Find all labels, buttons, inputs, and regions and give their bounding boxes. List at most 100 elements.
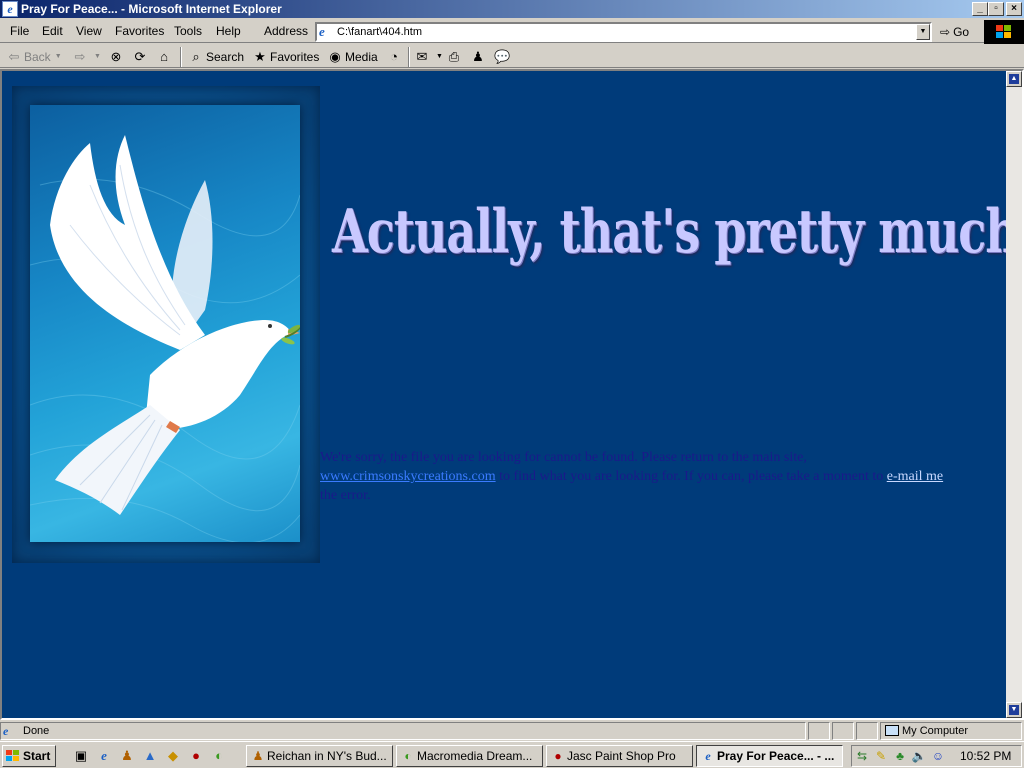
- title-bar[interactable]: e Pray For Peace... - Microsoft Internet…: [0, 0, 1024, 18]
- quicklaunch-dreamweaver-icon[interactable]: ◐: [210, 747, 228, 765]
- discuss-icon: 💬: [494, 49, 511, 64]
- stop-button[interactable]: ⊗: [108, 48, 126, 66]
- dove-picture: [29, 105, 303, 544]
- task-dreamweaver[interactable]: ◐ Macromedia Dream...: [396, 745, 543, 767]
- quicklaunch-tool-icon[interactable]: ◆: [164, 747, 182, 765]
- page-heading: Actually, that's pretty much it.: [332, 196, 1024, 267]
- task-aim[interactable]: ♟ Reichan in NY's Bud...: [246, 745, 393, 767]
- aim-icon: ♟: [252, 749, 264, 763]
- mail-dropdown-icon[interactable]: ▼: [436, 49, 443, 65]
- address-dropdown-icon[interactable]: ▼: [916, 24, 930, 40]
- back-arrow-icon: ⇦: [8, 49, 20, 64]
- media-button[interactable]: ◉ Media: [327, 48, 377, 66]
- quicklaunch-photo-icon[interactable]: ▲: [141, 747, 159, 765]
- show-desktop-icon[interactable]: ▣: [72, 747, 90, 765]
- page-viewport[interactable]: Actually, that's pretty much it. We're s…: [0, 69, 1024, 720]
- stop-icon: ⊗: [110, 49, 122, 64]
- minimize-button[interactable]: _: [972, 2, 988, 16]
- dove-image: [12, 86, 320, 563]
- home-icon: ⌂: [160, 49, 168, 64]
- error-message: We're sorry, the file you are looking fo…: [320, 450, 944, 503]
- vertical-scrollbar[interactable]: ▲ ▼: [1006, 71, 1022, 718]
- page-status-icon: e: [3, 724, 9, 738]
- print-button[interactable]: ⎙: [446, 48, 464, 66]
- dove-illustration: [29, 135, 303, 544]
- status-cell: [808, 722, 830, 740]
- media-icon: ◉: [329, 49, 341, 64]
- history-icon: ◔: [390, 49, 398, 64]
- start-button[interactable]: Start: [2, 745, 56, 767]
- menu-edit[interactable]: Edit: [42, 24, 63, 38]
- volume-icon[interactable]: 🔈: [911, 748, 927, 764]
- page-icon: e: [319, 24, 325, 39]
- status-cell: [832, 722, 854, 740]
- quicklaunch-aim-icon[interactable]: ♟: [118, 747, 136, 765]
- my-computer-icon: [885, 725, 899, 736]
- status-text: Done: [23, 725, 50, 737]
- menu-view[interactable]: View: [76, 24, 102, 38]
- status-bar: e Done My Computer: [0, 721, 1024, 741]
- forward-button[interactable]: ⇨ ▼: [72, 48, 101, 66]
- forward-dropdown-icon[interactable]: ▼: [94, 49, 101, 65]
- messenger-button[interactable]: ♟: [470, 48, 488, 66]
- back-button[interactable]: ⇦ Back ▼: [6, 48, 62, 66]
- quicklaunch-paint-icon[interactable]: ●: [187, 747, 205, 765]
- favorites-button[interactable]: ★ Favorites: [252, 48, 319, 66]
- go-button[interactable]: ⇨ Go: [940, 24, 969, 42]
- tray-network-icon[interactable]: ⇆: [854, 748, 870, 764]
- toolbar: ⇦ Back ▼ ⇨ ▼ ⊗ ⟳ ⌂ ⌕ Search ★ Favorites ◉ Medi…: [0, 44, 1024, 68]
- taskbar: Start ▣ e ♟ ▲ ◆ ● ◐ ♟ Reichan in NY's Bu…: [0, 741, 1024, 768]
- mail-icon: ✉: [416, 49, 428, 64]
- scroll-up-icon[interactable]: ▲: [1006, 71, 1022, 87]
- toolbar-separator: [180, 47, 182, 67]
- ie-icon[interactable]: e: [2, 1, 18, 17]
- system-tray: ⇆ ✎ ♣ 🔈 ☺ 10:52 PM: [851, 745, 1022, 767]
- zone-text: My Computer: [902, 725, 969, 737]
- go-arrow-icon: ⇨: [940, 25, 951, 39]
- refresh-icon: ⟳: [134, 49, 146, 64]
- address-bar[interactable]: e ▼: [315, 22, 932, 42]
- close-button[interactable]: ×: [1006, 2, 1022, 16]
- quicklaunch-ie-icon[interactable]: e: [95, 747, 113, 765]
- task-paintshop[interactable]: ● Jasc Paint Shop Pro: [546, 745, 693, 767]
- forward-arrow-icon: ⇨: [74, 49, 86, 64]
- menu-file[interactable]: File: [10, 24, 29, 38]
- toolbar-separator: [408, 47, 410, 67]
- window-controls: _ ▫ ×: [972, 2, 1022, 16]
- dreamweaver-icon: ◐: [404, 749, 412, 763]
- tray-app-icon[interactable]: ♣: [892, 748, 908, 764]
- menu-tools[interactable]: Tools: [174, 24, 202, 38]
- ie-icon: e: [705, 749, 711, 763]
- address-input[interactable]: [337, 25, 917, 39]
- status-cell: [856, 722, 878, 740]
- search-icon: ⌕: [192, 49, 200, 64]
- address-label: Address: [264, 24, 309, 38]
- back-dropdown-icon[interactable]: ▼: [55, 49, 62, 65]
- status-text-panel: e Done: [0, 722, 806, 740]
- menu-help[interactable]: Help: [216, 24, 241, 38]
- security-zone: My Computer: [880, 722, 1022, 740]
- maximize-button[interactable]: ▫: [988, 2, 1004, 16]
- history-button[interactable]: ◔: [386, 48, 404, 66]
- menu-favorites[interactable]: Favorites: [115, 24, 164, 38]
- favorites-icon: ★: [254, 49, 266, 64]
- clock: 10:52 PM: [960, 749, 1012, 763]
- mail-button[interactable]: ✉ ▼: [414, 48, 443, 66]
- home-button[interactable]: ⌂: [156, 48, 174, 66]
- search-button[interactable]: ⌕ Search: [188, 48, 244, 66]
- paintshop-icon: ●: [554, 749, 562, 763]
- scroll-down-icon[interactable]: ▼: [1006, 702, 1022, 718]
- window-title: Pray For Peace... - Microsoft Internet E…: [21, 2, 282, 16]
- messenger-icon: ♟: [472, 49, 484, 64]
- refresh-button[interactable]: ⟳: [132, 48, 150, 66]
- tray-notes-icon[interactable]: ✎: [873, 748, 889, 764]
- email-link[interactable]: e-mail me: [887, 469, 943, 484]
- tray-messenger-icon[interactable]: ☺: [930, 748, 946, 764]
- print-icon: ⎙: [448, 49, 460, 64]
- main-site-link[interactable]: www.crimsonskycreations.com: [320, 469, 496, 484]
- task-ie[interactable]: e Pray For Peace... - ...: [696, 745, 843, 767]
- go-label: Go: [953, 25, 970, 39]
- windows-logo-icon: [984, 20, 1024, 44]
- discuss-button[interactable]: 💬: [494, 48, 512, 66]
- windows-flag-icon: [6, 750, 20, 762]
